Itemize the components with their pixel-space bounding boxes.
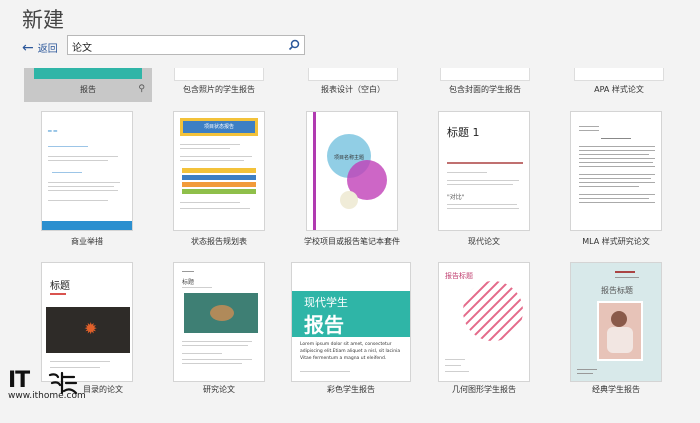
template-apa-paper[interactable]: APA 样式论文 bbox=[560, 68, 678, 102]
template-business-initiative[interactable]: ━ ━ bbox=[41, 111, 133, 231]
thumb-sidebar bbox=[313, 112, 316, 230]
template-label: 经典学生报告 bbox=[592, 385, 640, 394]
template-label: 商业举措 bbox=[71, 237, 103, 246]
template-thumbnail bbox=[174, 68, 264, 81]
svg-text:项目名称主题: 项目名称主题 bbox=[334, 154, 364, 161]
template-colorful-student-report[interactable]: 现代学生 报告 Lorem ipsum dolor sit amet, cons… bbox=[291, 262, 411, 382]
template-label: 彩色学生报告 bbox=[327, 385, 375, 394]
template-classic-student-report[interactable]: 报告标题 bbox=[570, 262, 662, 382]
thumb-quote: "对比" bbox=[447, 194, 465, 201]
thumb-photo bbox=[597, 301, 643, 361]
thumb-photo bbox=[184, 293, 258, 333]
thumb-heading: 报告标题 bbox=[601, 286, 633, 295]
template-blank-report-design[interactable]: 报表设计（空白） bbox=[294, 68, 412, 102]
thumb-footer-bar bbox=[42, 221, 132, 230]
search-icon[interactable] bbox=[288, 39, 300, 51]
thumb-heading: 标题 bbox=[182, 279, 195, 286]
back-label: 返回 bbox=[37, 44, 58, 55]
thumb-heading: 标题 bbox=[50, 281, 70, 292]
template-student-report-cover[interactable]: 包含封面的学生报告 bbox=[426, 68, 544, 102]
thumb-striped-circle bbox=[463, 281, 523, 341]
template-label: APA 样式论文 bbox=[594, 85, 644, 94]
ithome-mark-icon bbox=[48, 371, 78, 395]
thumb-photo: ✹ bbox=[46, 307, 130, 353]
template-label: MLA 样式研究论文 bbox=[582, 237, 650, 246]
template-thumbnail bbox=[34, 68, 142, 79]
back-button[interactable]: ← 返回 bbox=[22, 39, 58, 56]
thumb-heading: 标题 1 bbox=[447, 126, 480, 139]
template-label: 包含封面的学生报告 bbox=[449, 85, 521, 94]
template-label: 报告 bbox=[80, 85, 96, 94]
template-label: 状态报告规划表 bbox=[191, 237, 247, 246]
search-input[interactable] bbox=[68, 37, 281, 56]
template-geometric-student-report[interactable]: 报告标题 bbox=[438, 262, 530, 382]
template-label: 研究论文 bbox=[203, 385, 235, 394]
page-title: 新建 bbox=[22, 8, 64, 32]
template-thumbnail bbox=[574, 68, 664, 81]
search-box[interactable] bbox=[67, 35, 305, 56]
template-report[interactable]: 报告 ⚲ bbox=[24, 68, 152, 102]
template-paper-with-toc[interactable]: 标题 ✹ bbox=[41, 262, 133, 382]
thumb-banner: 现代学生 报告 bbox=[292, 291, 410, 337]
template-research-paper[interactable]: 标题 bbox=[173, 262, 265, 382]
template-label: 几何图形学生报告 bbox=[452, 385, 516, 394]
template-label: 现代论文 bbox=[468, 237, 500, 246]
thumb-body-text: Lorem ipsum dolor sit amet, consectetur … bbox=[300, 342, 401, 361]
back-arrow-icon: ← bbox=[22, 39, 34, 56]
template-modern-paper[interactable]: 标题 1 "对比" bbox=[438, 111, 530, 231]
template-row-1: 报告 ⚲ 包含照片的学生报告 报表设计（空白） 包含封面的学生报告 APA 样式… bbox=[0, 68, 700, 102]
template-thumbnail bbox=[308, 68, 398, 81]
template-label: 报表设计（空白） bbox=[321, 85, 385, 94]
template-label: 学校项目或报告笔记本套件 bbox=[304, 237, 400, 246]
template-mla-research-paper[interactable] bbox=[570, 111, 662, 231]
template-thumbnail bbox=[440, 68, 530, 81]
template-student-report-photo[interactable]: 包含照片的学生报告 bbox=[160, 68, 278, 102]
template-school-project-notebook[interactable]: 项目名称主题 bbox=[306, 111, 398, 231]
template-label: 包含照片的学生报告 bbox=[183, 85, 255, 94]
thumb-heading: ━ ━ bbox=[48, 128, 58, 135]
thumb-banner: 项目状态报告 bbox=[180, 118, 258, 136]
thumb-circles: 项目名称主题 bbox=[327, 134, 387, 209]
template-status-report-planner[interactable]: 项目状态报告 bbox=[173, 111, 265, 231]
pin-icon[interactable]: ⚲ bbox=[138, 84, 145, 94]
